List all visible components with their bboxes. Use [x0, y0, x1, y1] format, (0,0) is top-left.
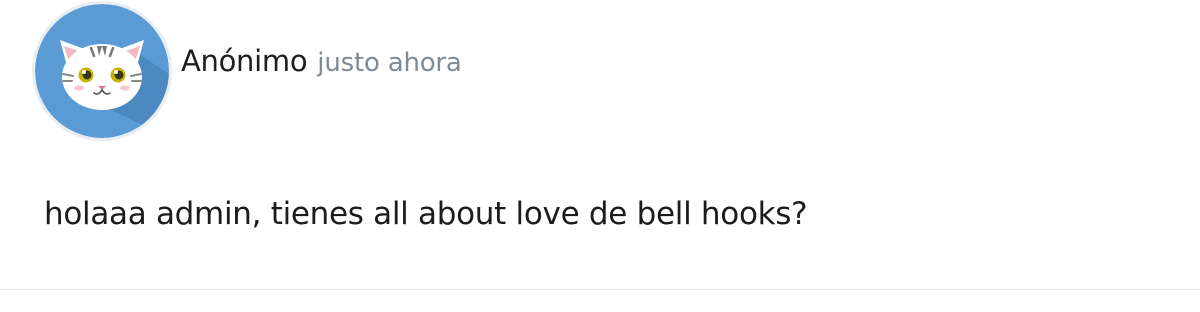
comment-card: Anónimo justo ahora holaaa admin, tienes…: [0, 0, 1200, 312]
divider: [0, 289, 1200, 290]
cat-face-icon: [35, 4, 169, 138]
author-name[interactable]: Anónimo: [181, 44, 308, 78]
avatar[interactable]: [32, 1, 172, 141]
comment-header: Anónimo justo ahora: [181, 44, 462, 94]
timestamp: justo ahora: [317, 48, 462, 78]
comment-text: holaaa admin, tienes all about love de b…: [44, 196, 808, 232]
